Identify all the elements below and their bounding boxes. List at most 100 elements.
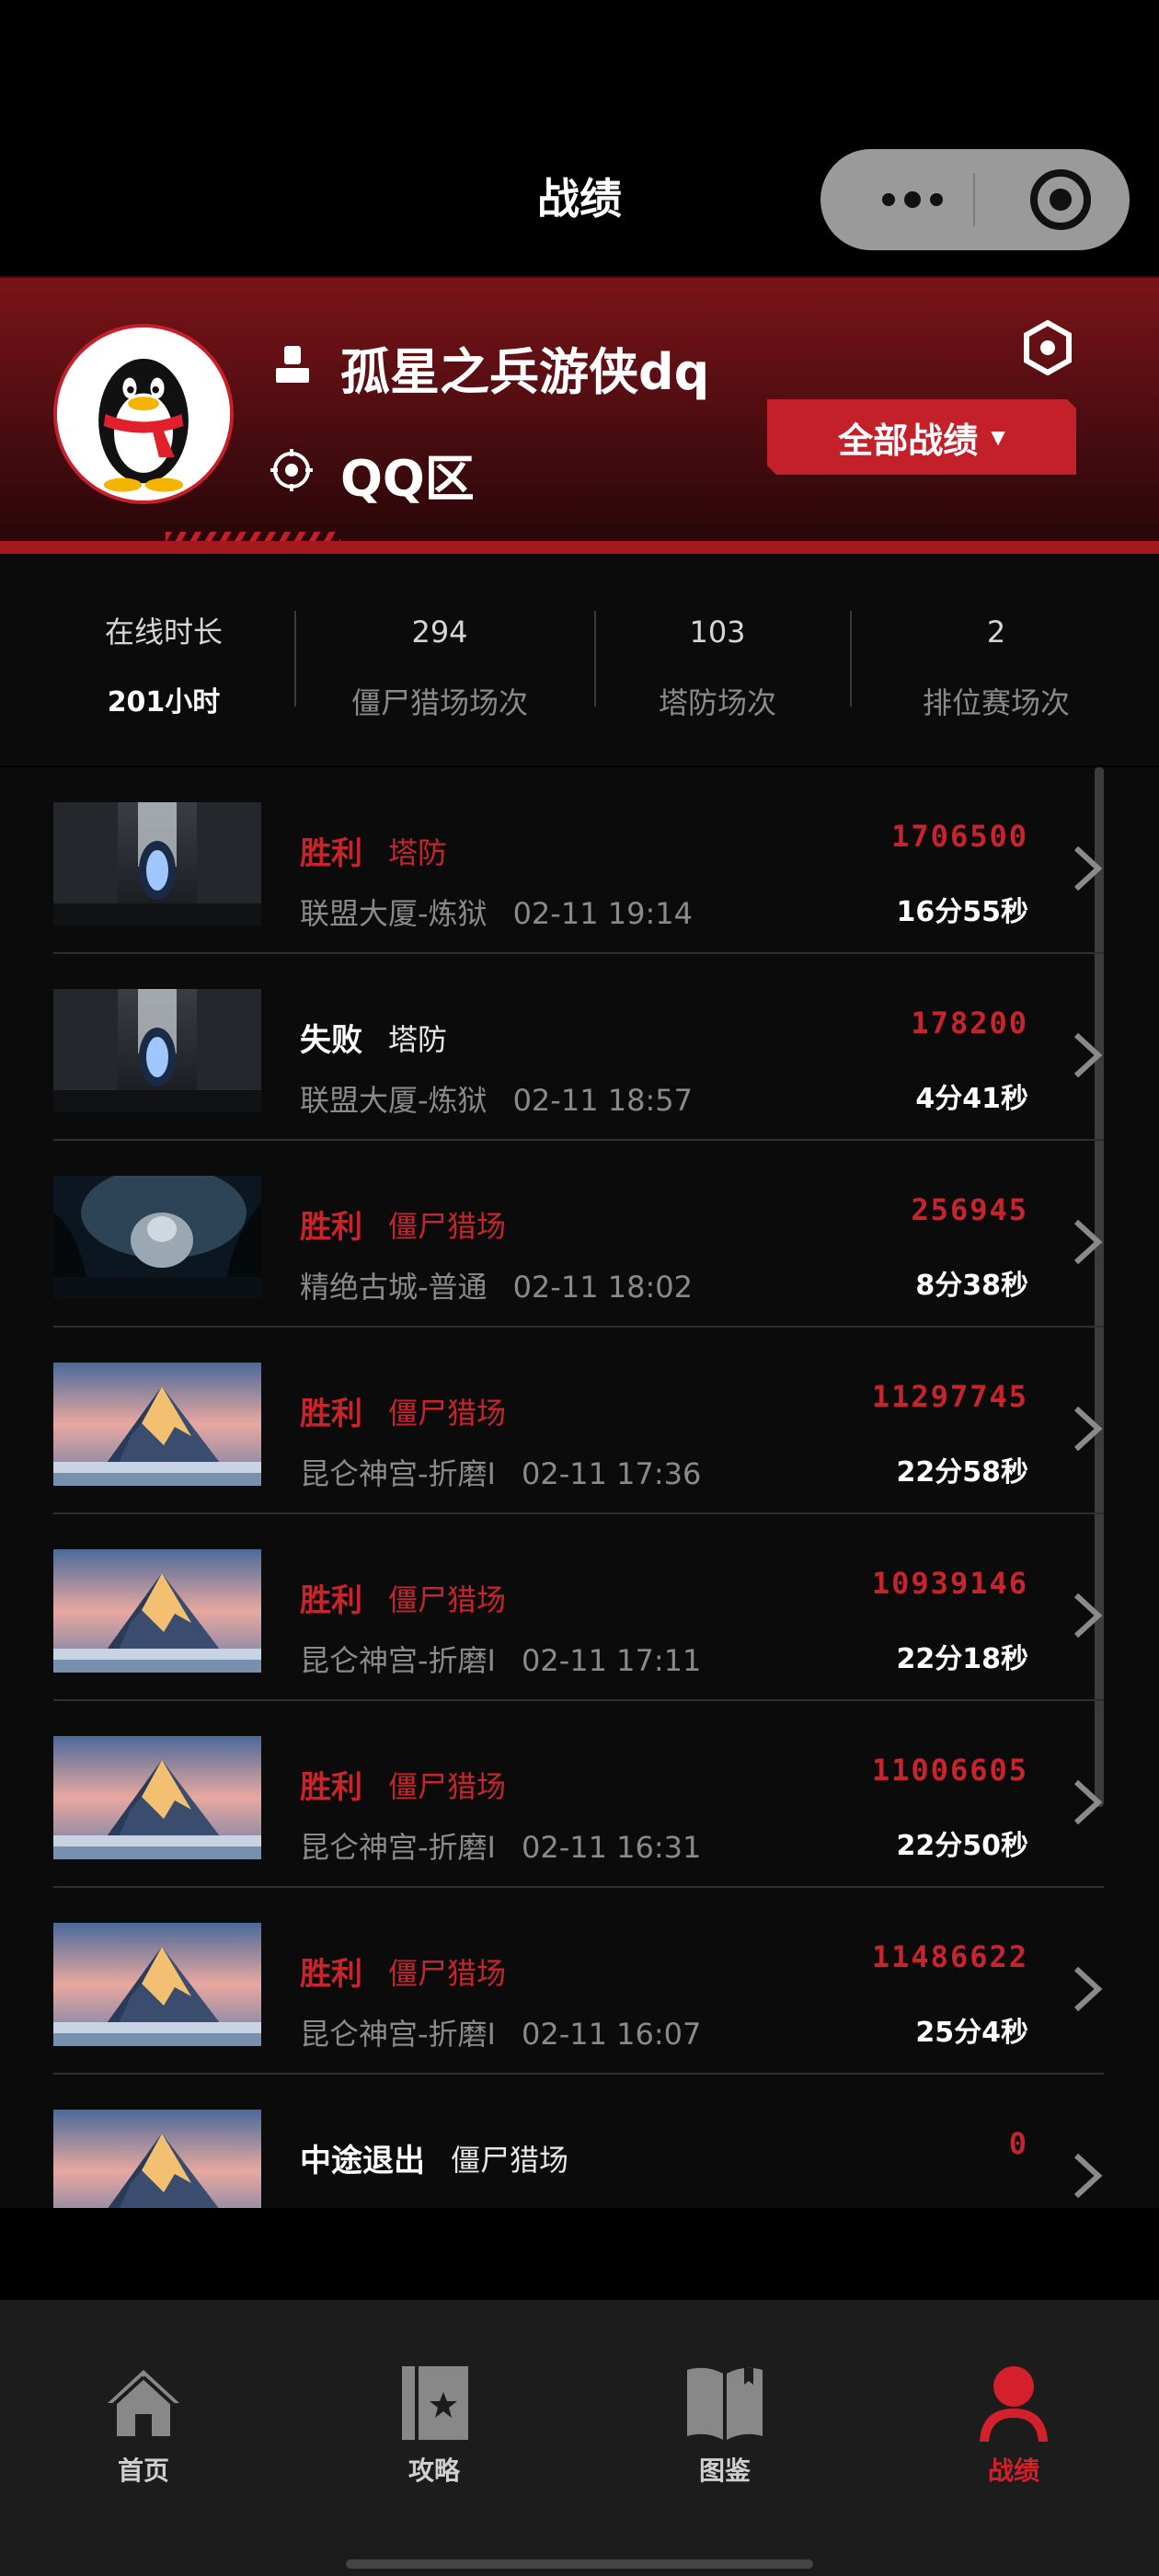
match-score: 1706500 (891, 819, 1028, 854)
match-result: 失败 (300, 1022, 362, 1059)
match-result: 胜利 (300, 835, 362, 872)
more-icon[interactable] (866, 175, 958, 224)
match-map-time: 昆仑神宫-折磨I 02-11 16:07 (300, 2011, 701, 2053)
match-time: 02-11 16:07 (522, 2017, 702, 2052)
stat-value: 201小时 (107, 686, 221, 719)
match-row[interactable]: 中途退出 僵尸猎场 0 (0, 2075, 1159, 2208)
match-row[interactable]: 胜利 僵尸猎场 昆仑神宫-折磨I 02-11 17:11 10939146 22分18秒 (0, 1514, 1159, 1701)
chevron-right-icon[interactable] (1071, 1965, 1104, 2013)
chevron-right-icon[interactable] (1071, 1218, 1104, 1266)
match-mode: 塔防 (388, 835, 448, 870)
match-result: 胜利 (300, 1956, 362, 1993)
match-time: 02-11 18:02 (512, 1270, 693, 1305)
match-mode: 塔防 (388, 1022, 448, 1057)
match-time: 02-11 16:31 (522, 1830, 702, 1865)
map-thumbnail (53, 1923, 261, 2046)
match-result: 胜利 (300, 1209, 362, 1246)
stat-title: 塔防场次 (658, 685, 776, 720)
capsule-divider (973, 173, 975, 226)
stat-value: 103 (689, 615, 746, 650)
match-map: 精绝古城-普通 (300, 1270, 488, 1305)
chevron-right-icon[interactable] (1071, 2152, 1104, 2200)
match-row[interactable]: 胜利 塔防联盟大厦-炼狱 02-11 19:14 1706500 16分55秒 (0, 767, 1159, 954)
bottom-tab-bar: 首页 攻略 图鉴 战绩 (0, 2300, 1159, 2576)
match-time: 02-11 18:57 (512, 1083, 693, 1118)
match-duration: 25分4秒 (915, 2017, 1028, 2049)
match-map: 昆仑神宫-折磨I (300, 2017, 496, 2052)
stat-value: 294 (411, 615, 468, 650)
stat-value: 2 (986, 615, 1006, 650)
stat-divider (294, 611, 296, 707)
tab-label: 攻略 (407, 2455, 460, 2486)
stat-title: 排位赛场次 (922, 685, 1070, 720)
chevron-right-icon[interactable] (1071, 1405, 1104, 1453)
all-records-filter-button[interactable]: 全部战绩 ▼ (767, 399, 1076, 475)
chevron-right-icon[interactable] (1071, 1592, 1104, 1639)
map-thumbnail (53, 1736, 261, 1859)
open-book-icon (687, 2367, 763, 2440)
match-row[interactable]: 胜利 僵尸猎场 昆仑神宫-折磨I 02-11 16:31 11006605 22分50秒 (0, 1701, 1159, 1888)
match-list[interactable]: 胜利 塔防 联盟大厦-炼狱 02-11 19:14 1706500 16分55秒 失败 塔防联… (0, 767, 1159, 2208)
match-duration: 8分38秒 (915, 1270, 1028, 1302)
match-map-time: 昆仑神宫-折磨I 02-11 16:31 (300, 1824, 701, 1867)
home-icon (108, 2370, 179, 2436)
match-map: 昆仑神宫-折磨I (300, 1456, 496, 1491)
match-result: 胜利 (300, 1769, 362, 1806)
match-row[interactable]: 胜利 僵尸猎场昆仑神宫-折磨I 02-11 16:07 11486622 25分4秒 (0, 1888, 1159, 2075)
avatar (53, 324, 234, 504)
match-time: 02-11 17:36 (522, 1456, 702, 1491)
tab-label: 首页 (117, 2455, 169, 2486)
tab-label: 图鉴 (698, 2455, 751, 2486)
chevron-right-icon[interactable] (1071, 1031, 1104, 1079)
match-map-time: 昆仑神宫-折磨I 02-11 17:11 (300, 1638, 701, 1680)
qq-penguin-icon (57, 328, 230, 500)
match-duration: 22分18秒 (896, 1643, 1029, 1675)
match-score: 11486622 (871, 1939, 1028, 1974)
match-row[interactable]: 胜利 僵尸猎场精绝古城-普通 02-11 18:02 256945 8分38秒 (0, 1141, 1159, 1328)
match-mode: 僵尸猎场 (388, 1769, 507, 1804)
chevron-right-icon[interactable] (1071, 845, 1104, 892)
match-score: 10939146 (871, 1566, 1028, 1601)
map-thumbnail (53, 1363, 261, 1486)
match-score: 256945 (911, 1192, 1028, 1227)
tab-guide[interactable]: 攻略 (342, 2361, 526, 2488)
map-thumbnail (53, 989, 261, 1112)
match-map: 昆仑神宫-折磨I (300, 1830, 496, 1865)
username: 孤星之兵游侠dq (340, 343, 710, 401)
match-row[interactable]: 失败 塔防 联盟大厦-炼狱 02-11 18:57 178200 4分41秒 (0, 954, 1159, 1141)
tab-label: 战绩 (987, 2455, 1039, 2486)
zone-label: QQ区 (340, 450, 475, 508)
tab-records[interactable]: 战绩 (922, 2361, 1106, 2488)
match-time: 02-11 19:14 (512, 896, 693, 931)
match-map-time: 联盟大厦-炼狱 02-11 19:14 (300, 891, 693, 933)
settings-icon[interactable] (1023, 320, 1073, 375)
match-mode: 僵尸猎场 (451, 2143, 569, 2178)
match-mode: 僵尸猎场 (388, 1956, 507, 1991)
chevron-right-icon[interactable] (1071, 1778, 1104, 1826)
zone-icon (270, 449, 313, 491)
stat-zombie-hunt: 294 僵尸猎场场次 (329, 609, 550, 723)
map-thumbnail (53, 2110, 261, 2208)
tab-codex[interactable]: 图鉴 (633, 2361, 817, 2488)
match-map: 昆仑神宫-折磨I (300, 1643, 496, 1678)
match-row[interactable]: 胜利 僵尸猎场 昆仑神宫-折磨I 02-11 17:36 11297745 22分58秒 (0, 1328, 1159, 1514)
match-result: 中途退出 (300, 2143, 425, 2179)
stat-ranked: 2 排位赛场次 (892, 609, 1100, 723)
stat-title: 在线时长 (104, 615, 223, 650)
close-target-icon[interactable] (1030, 169, 1091, 230)
stat-divider (594, 611, 596, 707)
match-map-time: 精绝古城-普通 02-11 18:02 (300, 1264, 693, 1306)
match-map: 联盟大厦-炼狱 (300, 1083, 488, 1118)
user-icon (276, 346, 309, 383)
stat-tower-defense: 103 塔防场次 (625, 609, 809, 723)
stats-bar: 在线时长 201小时 294 僵尸猎场场次 103 塔防场次 2 排位赛场次 (0, 554, 1159, 769)
match-map: 联盟大厦-炼狱 (300, 896, 488, 931)
profile-header: 孤星之兵游侠dq QQ区 全部战绩 ▼ (0, 276, 1159, 554)
match-map-time: 联盟大厦-炼狱 02-11 18:57 (300, 1077, 693, 1120)
tab-home[interactable]: 首页 (52, 2361, 235, 2488)
guide-book-icon (402, 2366, 468, 2440)
match-mode: 僵尸猎场 (388, 1209, 507, 1244)
person-icon (980, 2366, 1048, 2442)
map-thumbnail (53, 802, 261, 926)
match-duration: 16分55秒 (896, 896, 1029, 928)
